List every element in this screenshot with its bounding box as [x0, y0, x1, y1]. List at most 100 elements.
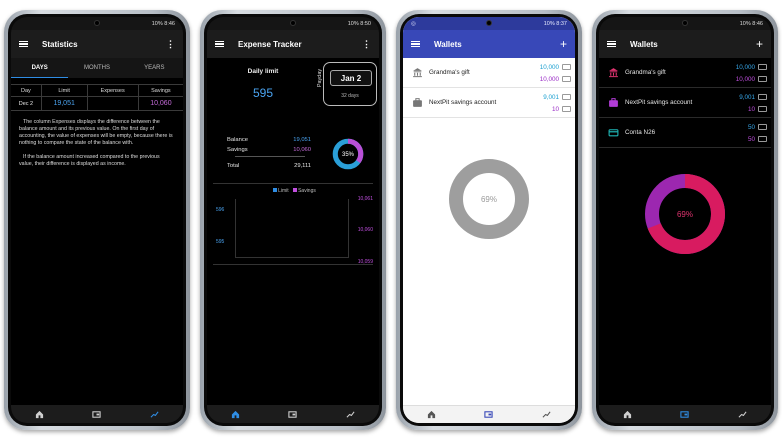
note-paragraph-1: The column Expenses displays the differe… [19, 119, 173, 147]
balance-label: Balance [227, 137, 248, 143]
camera-icon [290, 20, 296, 26]
savings-icon [562, 76, 571, 82]
bottom-nav [207, 405, 379, 423]
limit-savings-chart: Limit Savings 596 595 10,061 10,060 10,0… [213, 183, 373, 265]
add-wallet-button[interactable]: + [756, 37, 763, 51]
app-bar: Wallets + [599, 30, 771, 58]
tab-months[interactable]: MONTHS [68, 58, 125, 78]
wallet-values: 10,000 10,000 [727, 61, 767, 85]
status-bar: 10% 8:50 [207, 17, 379, 30]
savings-icon [758, 136, 767, 142]
menu-icon[interactable] [411, 40, 420, 48]
status-bar: ◎ 10% 8:37 [403, 17, 575, 30]
phone-expense-tracker: 10% 8:50 Expense Tracker ⋮ Daily limit 5… [200, 10, 386, 430]
wallet-savings: 10,000 [735, 75, 755, 83]
total-row: Total 29,111 [227, 163, 311, 169]
wallet-icon[interactable] [285, 408, 301, 420]
briefcase-icon [607, 97, 619, 109]
status-time: 10% 8:50 [347, 20, 371, 27]
cell-limit: 19,051 [40, 96, 88, 111]
wallet-values: 9,001 10 [727, 91, 767, 115]
chart-legend: Limit Savings [213, 188, 373, 194]
wallet-icon[interactable] [677, 408, 693, 420]
app-bar: Expense Tracker ⋮ [207, 30, 379, 58]
wallet-balance: 10,000 [539, 63, 559, 71]
divider [235, 156, 305, 157]
home-icon[interactable] [424, 409, 440, 421]
menu-icon[interactable] [19, 40, 28, 48]
bottom-nav [11, 405, 183, 423]
period-tabs: DAYS MONTHS YEARS [11, 58, 183, 78]
wallet-savings: 50 [747, 135, 755, 143]
payday-card[interactable]: Payday Jan 2 32 days [317, 62, 377, 106]
chart-icon[interactable] [146, 408, 162, 420]
column-header-day: Day [11, 84, 42, 97]
y-left-tick: 595 [216, 239, 225, 245]
wallet-item-conta-n26[interactable]: Conta N26 50 50 [599, 118, 771, 148]
column-header-savings: Savings [137, 84, 183, 97]
screen-statistics: 10% 8:46 Statistics ⋮ DAYS MONTHS YEARS … [11, 17, 183, 423]
more-icon[interactable]: ⋮ [166, 39, 175, 50]
wallet-savings: 10 [551, 105, 559, 113]
wallet-icon[interactable] [481, 409, 497, 421]
home-icon[interactable] [228, 408, 244, 420]
status-bar: 10% 8:46 [599, 17, 771, 30]
wallet-item-grandmas-gift[interactable]: Grandma's gift 10,000 10,000 [403, 58, 575, 88]
camera-icon [682, 20, 688, 26]
balance-icon [562, 64, 571, 70]
briefcase-icon [411, 97, 423, 109]
balance-icon [758, 124, 767, 130]
wallet-icon[interactable] [89, 408, 105, 420]
column-header-limit: Limit [40, 84, 88, 97]
table-row[interactable]: Dec 2 19,051 10,060 [11, 96, 183, 111]
savings-icon [562, 106, 571, 112]
balance-panel: Balance 19,051 Savings 10,060 Total 29,1… [207, 133, 379, 179]
legend-savings: Savings [298, 188, 316, 194]
donut-percent: 69% [481, 195, 497, 204]
chart-icon[interactable] [538, 409, 554, 421]
page-title: Statistics [42, 39, 78, 49]
y-right-tick: 10,059 [357, 259, 373, 265]
cell-day: Dec 2 [11, 96, 42, 111]
chart-icon[interactable] [734, 408, 750, 420]
balance-icon [758, 94, 767, 100]
total-label: Total [227, 163, 240, 169]
savings-value: 10,060 [293, 147, 311, 153]
balance-row: Balance 19,051 [227, 137, 311, 143]
daily-limit-label: Daily limit [247, 68, 279, 75]
home-icon[interactable] [32, 408, 48, 420]
savings-icon [758, 106, 767, 112]
wallet-savings: 10,000 [539, 75, 559, 83]
wallet-balance: 9,001 [543, 93, 559, 101]
wallet-item-nextpit[interactable]: NextPit savings account 9,001 10 [403, 88, 575, 118]
savings-donut: 35% [332, 138, 364, 170]
wallet-savings: 10 [747, 105, 755, 113]
add-wallet-button[interactable]: + [560, 37, 567, 51]
savings-row: Savings 10,060 [227, 147, 311, 153]
app-bar: Wallets + [403, 30, 575, 58]
wallet-item-grandmas-gift[interactable]: Grandma's gift 10,000 10,000 [599, 58, 771, 88]
menu-icon[interactable] [215, 40, 224, 48]
tab-days[interactable]: DAYS [11, 58, 69, 78]
home-icon[interactable] [620, 408, 636, 420]
payday-date: Jan 2 [330, 70, 372, 86]
explanation-text: The column Expenses displays the differe… [11, 111, 183, 168]
camera-icon [94, 20, 100, 26]
wallet-balance: 9,001 [739, 93, 755, 101]
savings-icon [758, 76, 767, 82]
screenshot-stage: 10% 8:46 Statistics ⋮ DAYS MONTHS YEARS … [0, 0, 782, 440]
wallet-item-nextpit[interactable]: NextPit savings account 9,001 10 [599, 88, 771, 118]
screen-wallets-light: ◎ 10% 8:37 Wallets + Grandma's gift 10,0… [403, 17, 575, 423]
screen-expense-tracker: 10% 8:50 Expense Tracker ⋮ Daily limit 5… [207, 17, 379, 423]
phone-wallets-dark: 10% 8:46 Wallets + Grandma's gift 10,000… [592, 10, 778, 430]
app-bar: Statistics ⋮ [11, 30, 183, 58]
donut-percent: 69% [677, 210, 693, 219]
menu-icon[interactable] [607, 40, 616, 48]
y-right-tick: 10,061 [357, 196, 373, 202]
chart-icon[interactable] [342, 408, 358, 420]
status-bar: 10% 8:46 [11, 17, 183, 30]
tab-years[interactable]: YEARS [126, 58, 183, 78]
savings-label: Savings [227, 147, 248, 153]
balance-icon [758, 64, 767, 70]
more-icon[interactable]: ⋮ [362, 39, 371, 50]
